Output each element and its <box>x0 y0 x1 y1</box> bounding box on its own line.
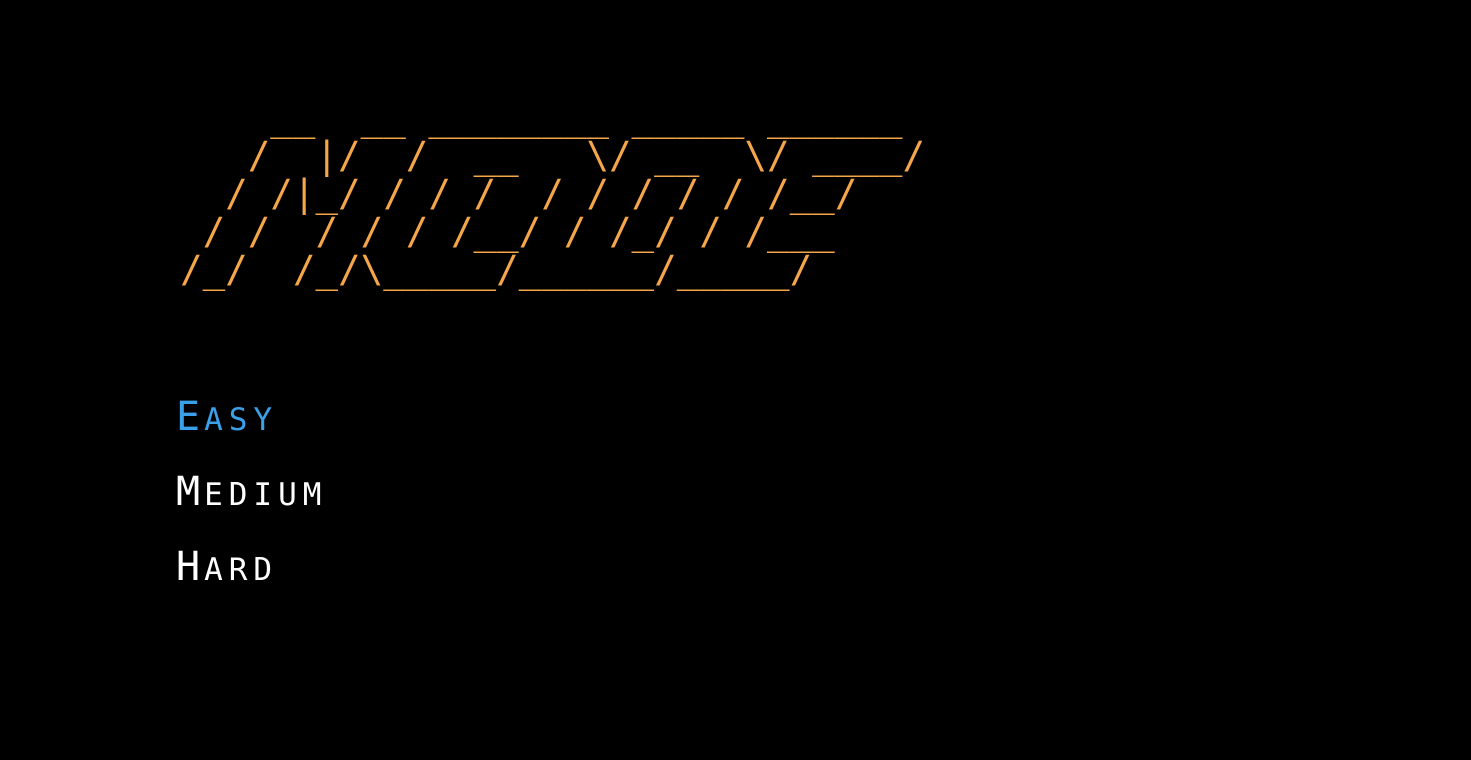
menu-item-initial: E <box>176 394 205 440</box>
menu-item-medium[interactable]: MEDIUM <box>176 467 327 542</box>
difficulty-menu: EASY MEDIUM HARD <box>176 392 327 617</box>
menu-item-label-rest: ARD <box>204 552 279 588</box>
menu-item-label-rest: ASY <box>204 402 279 438</box>
menu-item-hard[interactable]: HARD <box>176 542 327 617</box>
menu-item-easy[interactable]: EASY <box>176 392 327 467</box>
menu-item-initial: M <box>176 469 205 515</box>
menu-item-initial: H <box>176 544 205 590</box>
mode-title-ascii-art: __ __ ________ _____ ______ / |/ / __ \/… <box>180 95 926 291</box>
menu-item-label-rest: EDIUM <box>204 477 328 513</box>
